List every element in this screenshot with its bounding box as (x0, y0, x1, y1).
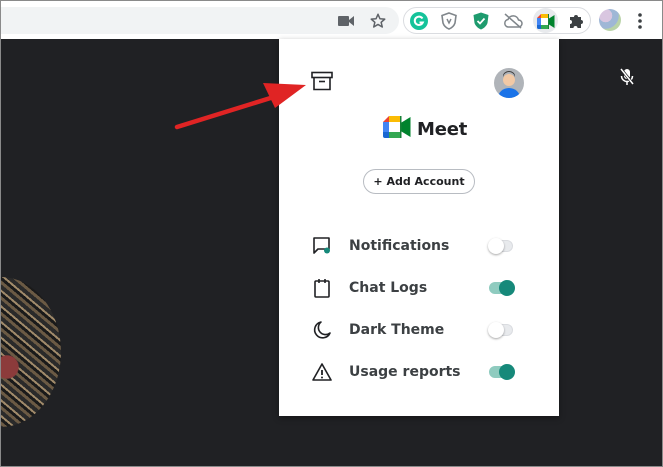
shield-extension-icon[interactable] (439, 11, 459, 31)
brand-label: Meet (417, 118, 468, 140)
usage-reports-toggle[interactable] (489, 364, 515, 380)
notification-chat-icon (312, 236, 332, 256)
google-meet-extension-icon (536, 12, 556, 30)
setting-row-notifications: Notifications (279, 232, 559, 262)
add-account-button[interactable]: + Add Account (363, 169, 475, 194)
grammarly-icon[interactable] (409, 11, 429, 31)
more-vert-icon[interactable] (633, 11, 647, 31)
warning-icon (312, 362, 332, 382)
green-shield-extension-icon[interactable] (471, 11, 491, 31)
extensions-group (403, 7, 591, 34)
cloud-off-icon[interactable] (502, 11, 524, 31)
notepad-icon (312, 278, 332, 298)
star-icon[interactable] (368, 11, 388, 31)
moon-icon (312, 320, 332, 340)
setting-label: Usage reports (349, 364, 461, 380)
mic-off-icon (617, 67, 637, 87)
camera-icon[interactable] (337, 12, 355, 30)
puzzle-icon[interactable] (567, 11, 587, 31)
dark-theme-toggle[interactable] (488, 322, 513, 338)
setting-label: Dark Theme (349, 322, 445, 338)
setting-row-dark-theme: Dark Theme (279, 316, 559, 346)
account-avatar[interactable] (494, 68, 524, 98)
archive-icon[interactable] (311, 71, 335, 95)
notifications-toggle[interactable] (488, 238, 513, 254)
profile-avatar[interactable] (599, 9, 621, 31)
chat-logs-toggle[interactable] (489, 280, 515, 296)
browser-window: Meet + Add Account Notifications Chat Lo… (0, 0, 663, 467)
meet-brand: Meet (383, 115, 468, 143)
google-meet-logo-icon (383, 115, 411, 143)
browser-toolbar (1, 1, 662, 39)
meet-extension-popup: Meet + Add Account Notifications Chat Lo… (279, 39, 559, 416)
setting-label: Notifications (349, 238, 450, 254)
setting-row-chat-logs: Chat Logs (279, 274, 559, 304)
setting-label: Chat Logs (349, 280, 428, 296)
setting-row-usage-reports: Usage reports (279, 358, 559, 388)
participant-video-tile (1, 277, 61, 427)
